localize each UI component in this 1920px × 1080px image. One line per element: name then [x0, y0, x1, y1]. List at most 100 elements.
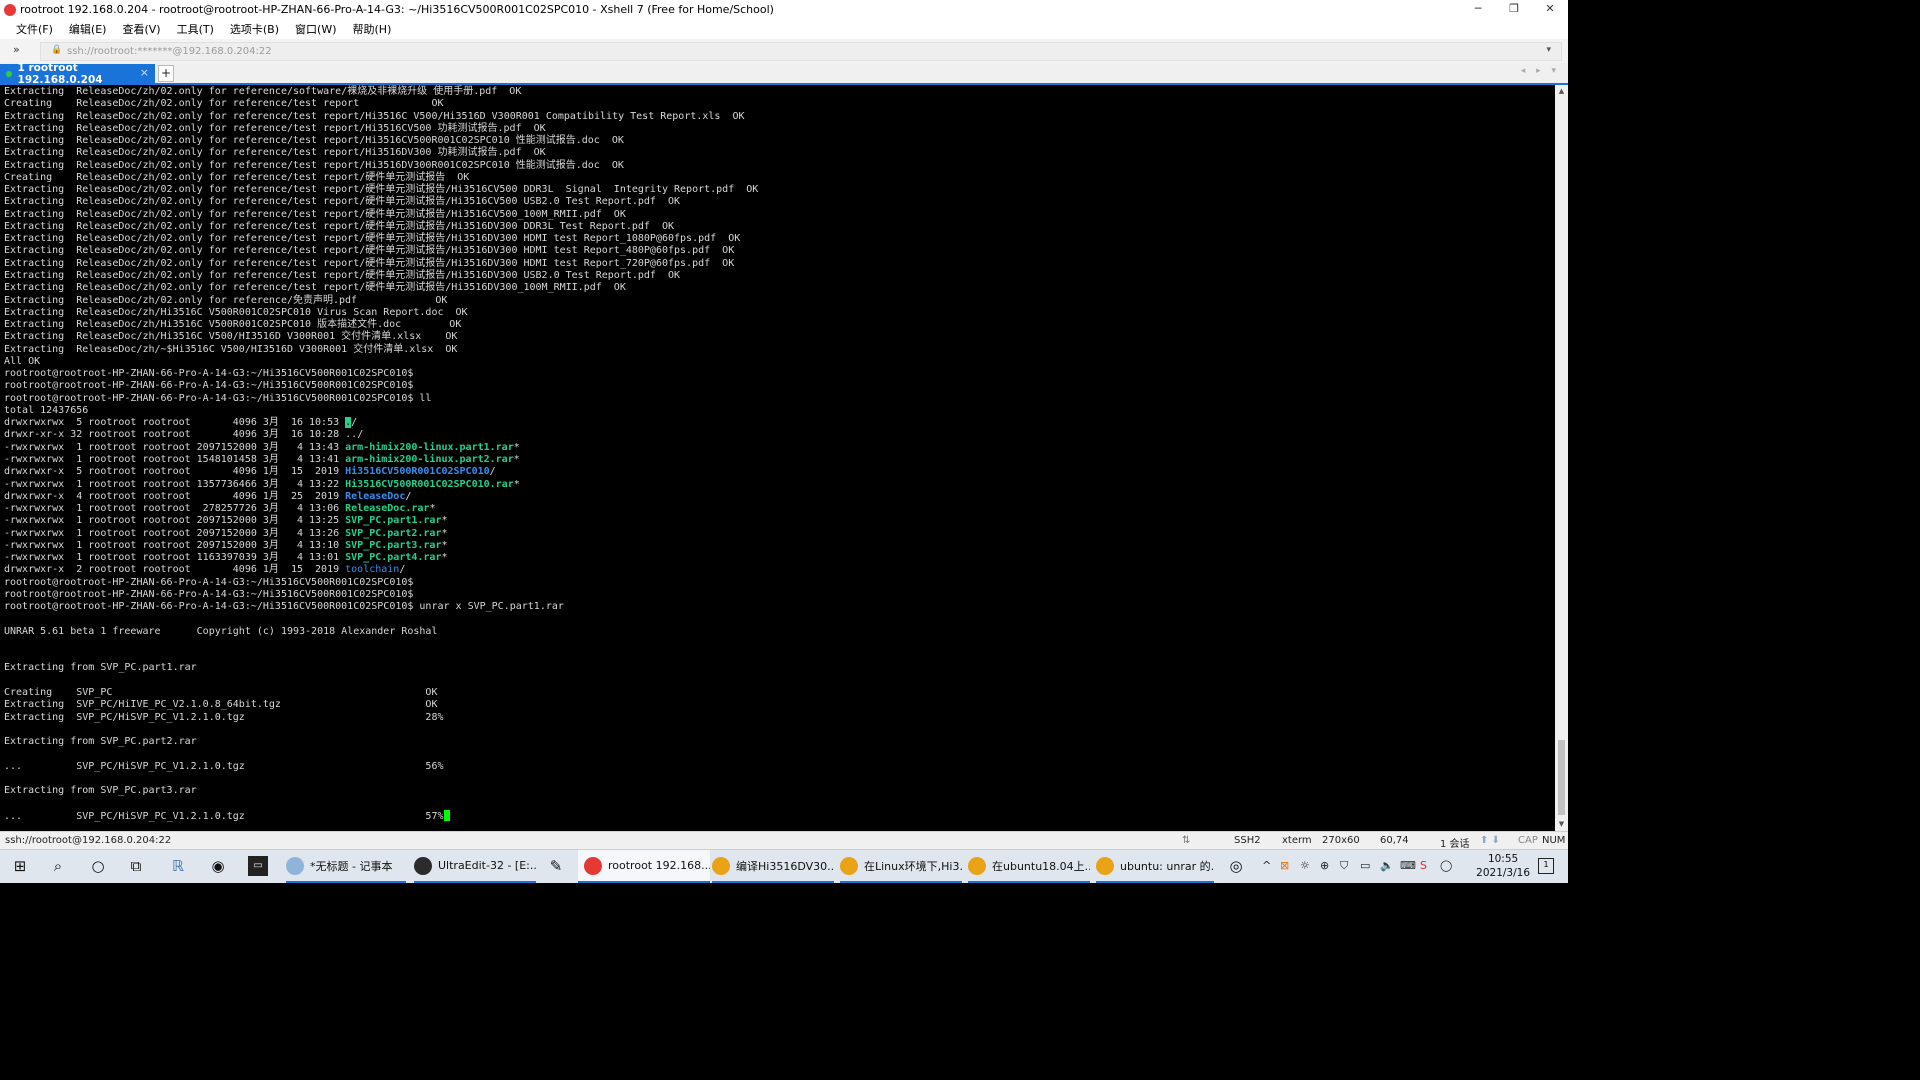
tray-shield-icon[interactable]: ⛉ [1340, 859, 1348, 873]
windows-taskbar: ⊞ ⌕ ○ ⧉ ℝ ◉ ▭ *无标题 - 记事本 UltraEdit-32 - … [0, 849, 1568, 883]
session-tab-active[interactable]: 1 rootroot 192.168.0.204 × [0, 62, 155, 86]
pinned-tool-icon[interactable]: ✎ [546, 856, 566, 876]
taskbar-app-ultraedit[interactable]: UltraEdit-32 - [E:... [414, 850, 536, 883]
listing-entry-name: Hi3516CV500R001C02SPC010.rar [345, 478, 514, 490]
menu-view[interactable]: 查看(V) [112, 21, 166, 37]
browser-icon [968, 856, 986, 875]
menu-edit[interactable]: 编辑(E) [59, 21, 113, 37]
taskbar-clock[interactable]: 10:55 2021/3/16 [1476, 852, 1530, 880]
listing-row: drwxr-xr-x 32 rootroot rootroot 4096 3月 … [4, 429, 364, 441]
tray-weather-icon[interactable]: ☼ [1300, 859, 1310, 872]
terminal-text: Extracting ReleaseDoc/zh/02.only for ref… [0, 85, 1555, 823]
terminal-line: Extracting ReleaseDoc/zh/Hi3516C V500R00… [4, 306, 468, 318]
transfer-icon[interactable]: ⇅ [1182, 835, 1190, 846]
xshell-icon [584, 856, 602, 875]
new-tab-button[interactable]: + [158, 65, 174, 82]
terminal-line: ... SVP_PC/HiSVP_PC_V1.2.1.0.tgz 56% [4, 760, 444, 772]
listing-row: -rwxrwxrwx 1 rootroot rootroot 209715200… [4, 441, 520, 453]
listing-entry-name: .. [345, 429, 358, 441]
address-input[interactable]: ssh://rootroot:*******@192.168.0.204:22 [67, 46, 272, 57]
terminal-line: UNRAR 5.61 beta 1 freeware Copyright (c)… [4, 625, 438, 637]
audio-app-icon[interactable]: ◉ [208, 856, 228, 876]
menu-tabs[interactable]: 选项卡(B) [220, 21, 285, 37]
menu-tools[interactable]: 工具(T) [167, 21, 220, 37]
taskbar-app-browser-1[interactable]: 编译Hi3516DV30... [712, 850, 834, 883]
tray-circle-icon[interactable]: ◯ [1440, 859, 1452, 872]
terminal-output[interactable]: Extracting ReleaseDoc/zh/02.only for ref… [0, 85, 1555, 831]
terminal-line: Extracting SVP_PC/HiSVP_PC_V1.2.1.0.tgz … [4, 711, 444, 723]
terminal-line: Extracting from SVP_PC.part1.rar [4, 662, 197, 674]
scroll-down-icon[interactable]: ▼ [1555, 818, 1568, 831]
terminal-line: Extracting ReleaseDoc/zh/02.only for ref… [4, 245, 735, 257]
terminal-line: Extracting ReleaseDoc/zh/02.only for ref… [4, 135, 624, 147]
menu-window[interactable]: 窗口(W) [285, 21, 342, 37]
tray-sogou-icon[interactable]: S [1420, 859, 1427, 872]
terminal-scrollbar[interactable]: ▲ ▼ [1555, 85, 1568, 831]
listing-row: drwxrwxr-x 2 rootroot rootroot 4096 1月 1… [4, 564, 406, 576]
clock-time: 10:55 [1487, 853, 1519, 865]
taskbar-app-browser-4[interactable]: ubuntu: unrar 的... [1096, 850, 1214, 883]
listing-entry-name: Hi3516CV500R001C02SPC010 [345, 466, 490, 478]
terminal-line: Extracting ReleaseDoc/zh/02.only for ref… [4, 147, 546, 159]
tray-security-icon[interactable]: ⊕ [1320, 859, 1329, 872]
status-bar: ssh://rootroot@192.168.0.204:22 ⇅ SSH2 x… [0, 831, 1568, 850]
minimize-button[interactable]: ─ [1460, 0, 1496, 19]
menu-help[interactable]: 帮助(H) [343, 21, 398, 37]
listing-entry-name: SVP_PC.part1.rar [345, 515, 442, 527]
scrollbar-thumb[interactable] [1558, 740, 1565, 815]
taskbar-app-notepad[interactable]: *无标题 - 记事本 [286, 850, 406, 883]
tray-expand-icon[interactable]: ^ [1262, 859, 1271, 872]
tray-app-icon[interactable]: ⊠ [1280, 859, 1289, 872]
status-protocol: SSH2 [1234, 835, 1261, 846]
tab-close-icon[interactable]: × [140, 66, 149, 79]
connected-status-icon [6, 70, 12, 77]
terminal-line: Creating SVP_PC OK [4, 687, 438, 699]
tray-volume-icon[interactable]: 🔈 [1380, 859, 1394, 872]
listing-row: -rwxrwxrwx 1 rootroot rootroot 116339703… [4, 552, 448, 564]
terminal-line: Extracting ReleaseDoc/zh/02.only for ref… [4, 196, 681, 208]
session-arrows-icon[interactable]: ⬆ ⬇ [1480, 835, 1500, 846]
chrome-icon[interactable]: ◎ [1226, 856, 1246, 876]
listing-row: -rwxrwxrwx 1 rootroot rootroot 209715200… [4, 515, 448, 527]
terminal-app-icon[interactable]: ▭ [248, 856, 268, 876]
terminal-line: rootroot@rootroot-HP-ZHAN-66-Pro-A-14-G3… [4, 601, 564, 613]
status-terminal-type: xterm [1282, 835, 1312, 846]
address-bar: » 🔒 ssh://rootroot:*******@192.168.0.204… [0, 39, 1568, 64]
listing-row: -rwxrwxrwx 1 rootroot rootroot 154810145… [4, 453, 520, 465]
tray-ime-icon[interactable]: ⌨ [1400, 859, 1416, 872]
terminal-line: rootroot@rootroot-HP-ZHAN-66-Pro-A-14-G3… [4, 392, 432, 404]
pinned-app-icon[interactable]: ℝ [168, 856, 188, 876]
address-field[interactable]: 🔒 ssh://rootroot:*******@192.168.0.204:2… [40, 42, 1562, 61]
expand-chevron-icon[interactable]: » [13, 43, 20, 56]
listing-row: drwxrwxr-x 5 rootroot rootroot 4096 1月 1… [4, 466, 496, 478]
terminal-line: rootroot@rootroot-HP-ZHAN-66-Pro-A-14-G3… [4, 380, 414, 392]
listing-entry-name: ReleaseDoc [345, 490, 406, 502]
status-num-lock: NUM [1542, 835, 1566, 846]
terminal-line: Extracting ReleaseDoc/zh/Hi3516C V500/HI… [4, 331, 458, 343]
status-caps-lock: CAP [1518, 835, 1538, 846]
maximize-button[interactable]: ❐ [1496, 0, 1532, 19]
status-terminal-size: 270x60 [1322, 835, 1360, 846]
cortana-circle-icon[interactable]: ○ [88, 856, 108, 876]
notification-center-icon[interactable]: 1 [1538, 858, 1554, 874]
taskbar-app-browser-3[interactable]: 在ubuntu18.04上... [968, 850, 1090, 883]
terminal-line: rootroot@rootroot-HP-ZHAN-66-Pro-A-14-G3… [4, 576, 414, 588]
taskbar-app-xshell[interactable]: rootroot 192.168... [578, 850, 710, 883]
notepad-icon [286, 856, 304, 875]
address-dropdown-icon[interactable]: ▾ [1546, 45, 1551, 55]
listing-row: -rwxrwxrwx 1 rootroot rootroot 278257726… [4, 503, 436, 515]
scroll-up-icon[interactable]: ▲ [1555, 85, 1568, 98]
task-view-icon[interactable]: ⧉ [126, 856, 146, 876]
tab-navigation-icon[interactable]: ◂ ▸ ▾ [1521, 66, 1560, 76]
search-icon[interactable]: ⌕ [48, 856, 68, 876]
tray-network-icon[interactable]: ▭ [1360, 859, 1370, 872]
menu-file[interactable]: 文件(F) [0, 21, 59, 37]
terminal-line: Extracting SVP_PC/HiIVE_PC_V2.1.0.8_64bi… [4, 699, 438, 711]
terminal-line: Extracting ReleaseDoc/zh/02.only for ref… [4, 184, 759, 196]
status-connection: ssh://rootroot@192.168.0.204:22 [5, 835, 172, 846]
close-button[interactable]: ✕ [1532, 0, 1568, 19]
start-windows-icon[interactable]: ⊞ [10, 856, 30, 876]
terminal-line: Extracting ReleaseDoc/zh/02.only for ref… [4, 257, 735, 269]
taskbar-app-browser-2[interactable]: 在Linux环境下,Hi3... [840, 850, 962, 883]
listing-entry-name: SVP_PC.part3.rar [345, 539, 442, 551]
